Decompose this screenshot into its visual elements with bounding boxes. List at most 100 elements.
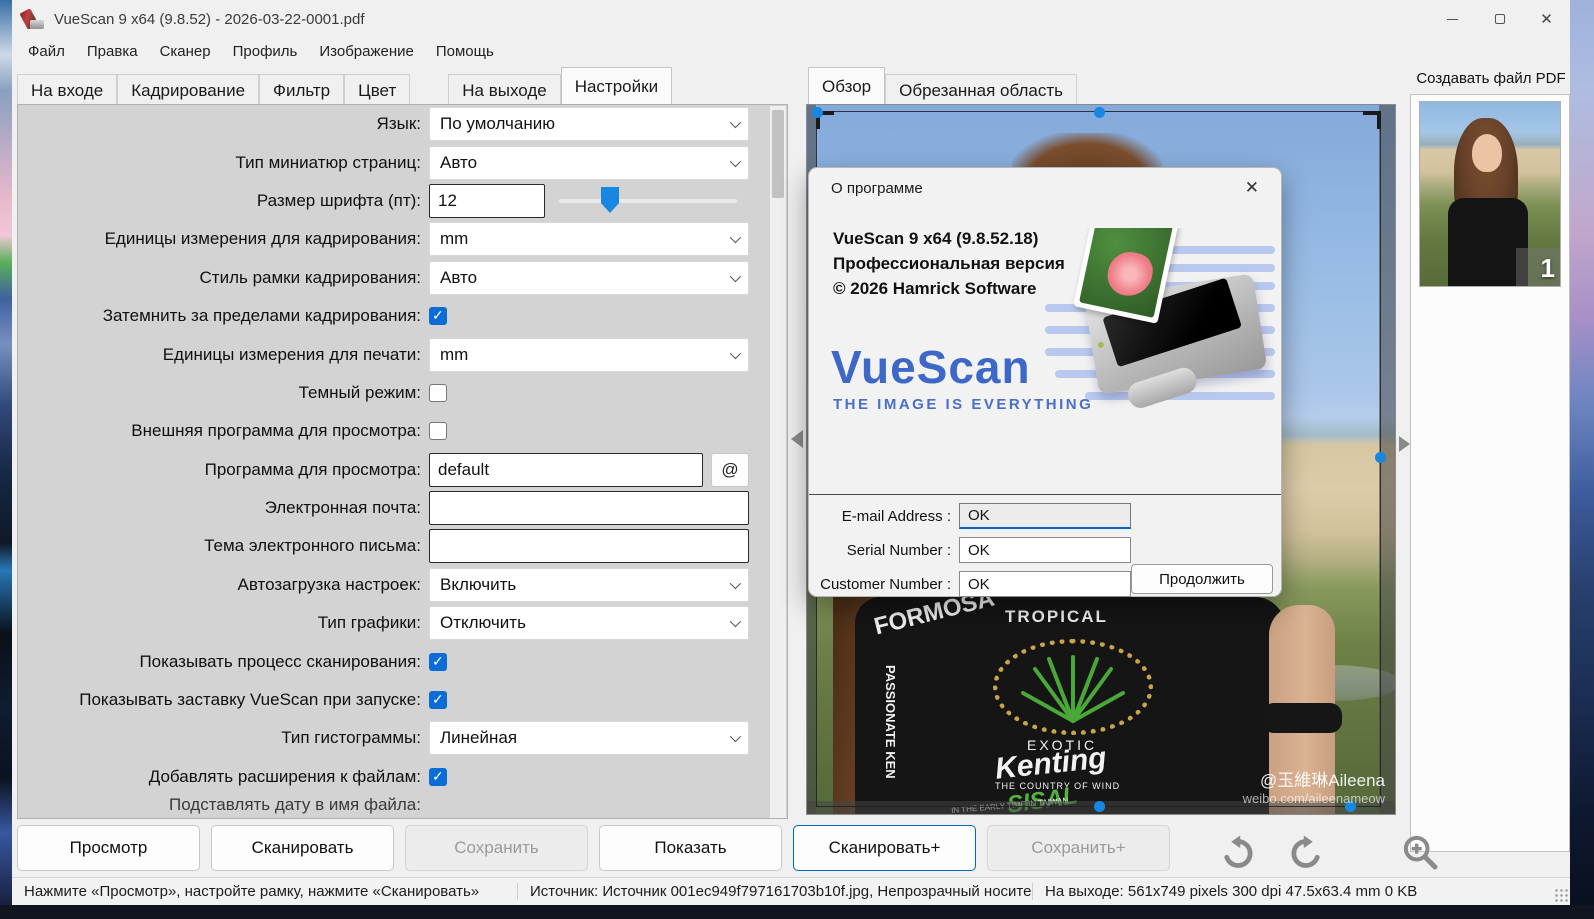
- tab-filter[interactable]: Фильтр: [259, 74, 345, 108]
- chevron-down-icon: [729, 117, 742, 129]
- status-source: Источник: Источник 001ec949f797161703b10…: [517, 883, 1032, 900]
- rotate-ccw-icon: [1224, 835, 1253, 868]
- photo-watermark: @玉維琳Aileena weibo.com/aileenameow: [1242, 771, 1385, 806]
- taskbar-edge: [0, 905, 1594, 919]
- customer-number-input[interactable]: [959, 571, 1131, 597]
- status-bar: Нажмите «Просмотр», настройте рамку, наж…: [12, 877, 1570, 905]
- titlebar[interactable]: VueScan 9 x64 (9.8.52) - 2026-03-22-0001…: [12, 0, 1570, 38]
- pdf-panel-title: Создавать файл PDF: [1416, 70, 1566, 87]
- tab-cropped-area[interactable]: Обрезанная область: [885, 74, 1077, 108]
- chevron-down-icon: [729, 232, 742, 244]
- tab-crop[interactable]: Кадрирование: [117, 74, 260, 108]
- show-button[interactable]: Показать: [599, 825, 782, 871]
- print-units-select[interactable]: mm: [429, 337, 749, 372]
- field-label: Тип гистограммы:: [281, 728, 421, 748]
- autoload-settings-select[interactable]: Включить: [429, 567, 749, 602]
- status-hint: Нажмите «Просмотр», настройте рамку, наж…: [24, 883, 480, 900]
- resize-grip[interactable]: [1554, 888, 1568, 902]
- menu-scanner[interactable]: Сканер: [149, 39, 222, 64]
- field-label: Тема электронного письма:: [204, 536, 421, 556]
- chevron-down-icon: [729, 731, 742, 743]
- field-label: Язык:: [376, 114, 421, 134]
- language-select[interactable]: По умолчанию: [429, 107, 749, 142]
- darken-outside-crop-checkbox[interactable]: [429, 307, 447, 326]
- dialog-close-icon[interactable]: ✕: [1239, 176, 1265, 200]
- tab-color[interactable]: Цвет: [344, 74, 411, 108]
- font-size-slider[interactable]: [559, 186, 737, 213]
- dark-mode-checkbox[interactable]: [429, 383, 447, 402]
- menu-profile[interactable]: Профиль: [222, 39, 309, 64]
- close-button[interactable]: ✕: [1523, 0, 1570, 38]
- save-plus-button[interactable]: Сохранить+: [987, 825, 1170, 871]
- preview-button[interactable]: Просмотр: [17, 825, 200, 871]
- crop-handle-midright[interactable]: [1375, 452, 1386, 463]
- field-label: Тип графики:: [317, 613, 421, 633]
- menu-edit[interactable]: Правка: [76, 39, 149, 64]
- rotate-cw-icon: [1291, 835, 1320, 868]
- font-size-input[interactable]: [429, 183, 545, 218]
- menu-file[interactable]: Файл: [17, 39, 76, 64]
- email-address-input[interactable]: [959, 503, 1131, 529]
- external-viewer-checkbox[interactable]: [429, 422, 447, 441]
- chevron-down-icon: [729, 577, 742, 590]
- tab-prefs[interactable]: Настройки: [560, 67, 673, 104]
- field-label: Тип миниатюр страниц:: [235, 152, 421, 172]
- field-label: Размер шрифта (пт):: [256, 190, 421, 210]
- field-label: Автозагрузка настроек:: [237, 574, 421, 594]
- page-number: 1: [1540, 253, 1555, 283]
- crop-handle-bottomcenter[interactable]: [1094, 801, 1105, 812]
- crop-handle-topleft[interactable]: [812, 107, 823, 118]
- rotate-left-button[interactable]: [1212, 832, 1264, 872]
- tab-input[interactable]: На входе: [17, 74, 118, 108]
- chevron-down-icon: [729, 616, 742, 628]
- desktop-background-right: [1570, 0, 1594, 905]
- crop-handle-topcenter[interactable]: [1094, 107, 1105, 118]
- tab-output[interactable]: На выходе: [448, 74, 561, 108]
- field-label: Электронная почта:: [264, 498, 421, 518]
- browse-program-button[interactable]: @: [711, 452, 749, 487]
- zoom-in-button[interactable]: [1394, 832, 1446, 872]
- menu-help[interactable]: Помощь: [425, 39, 505, 64]
- field-label: Единицы измерения для кадрирования:: [104, 229, 421, 249]
- serial-number-input[interactable]: [959, 537, 1131, 563]
- scan-plus-button[interactable]: Сканировать+: [793, 825, 976, 871]
- desktop-background-left: [0, 0, 12, 905]
- crop-units-select[interactable]: mm: [429, 222, 749, 257]
- about-dialog: О программе ✕ VueScan 9 x64 (9.8.52.18) …: [808, 167, 1282, 597]
- save-button[interactable]: Сохранить: [405, 825, 588, 871]
- menu-image[interactable]: Изображение: [308, 39, 425, 64]
- continue-button[interactable]: Продолжить: [1131, 564, 1273, 594]
- thumbnail-type-select[interactable]: Авто: [429, 145, 749, 180]
- field-label: Показывать процесс сканирования:: [139, 651, 421, 671]
- scan-button[interactable]: Сканировать: [211, 825, 394, 871]
- dialog-title: О программе: [831, 180, 923, 197]
- maximize-button[interactable]: [1476, 0, 1523, 38]
- collapse-right-arrow-icon[interactable]: [1399, 436, 1410, 452]
- slider-thumb-icon[interactable]: [601, 186, 619, 213]
- menubar: Файл Правка Сканер Профиль Изображение П…: [17, 38, 505, 65]
- graph-type-select[interactable]: Отключить: [429, 606, 749, 641]
- dialog-separator: [809, 494, 1281, 495]
- viewer-program-input[interactable]: [429, 452, 703, 487]
- minimize-button[interactable]: [1429, 0, 1476, 38]
- email-subject-field[interactable]: [429, 529, 749, 564]
- histogram-type-select[interactable]: Линейная: [429, 721, 749, 756]
- tab-preview[interactable]: Обзор: [808, 67, 886, 104]
- show-splash-checkbox[interactable]: [429, 691, 447, 710]
- field-label: Стиль рамки кадрирования:: [199, 267, 421, 287]
- show-scan-progress-checkbox[interactable]: [429, 652, 447, 671]
- zoom-in-icon: [1403, 835, 1438, 870]
- page-thumbnail[interactable]: 1: [1419, 101, 1561, 287]
- field-label: Программа для просмотра:: [204, 459, 421, 479]
- rotate-right-button[interactable]: [1280, 832, 1332, 872]
- minimize-icon: [1447, 18, 1458, 20]
- scrollbar-thumb[interactable]: [772, 110, 784, 198]
- collapse-left-arrow-icon[interactable]: [791, 430, 803, 448]
- form-scrollbar[interactable]: [770, 106, 786, 818]
- email-field[interactable]: [429, 491, 749, 526]
- vuescan-tagline: THE IMAGE IS EVERYTHING: [833, 396, 1094, 413]
- close-icon: ✕: [1540, 11, 1553, 28]
- version-info: VueScan 9 x64 (9.8.52.18) Профессиональн…: [833, 229, 1065, 298]
- crop-frame-style-select[interactable]: Авто: [429, 260, 749, 295]
- file-extensions-checkbox[interactable]: [429, 767, 447, 786]
